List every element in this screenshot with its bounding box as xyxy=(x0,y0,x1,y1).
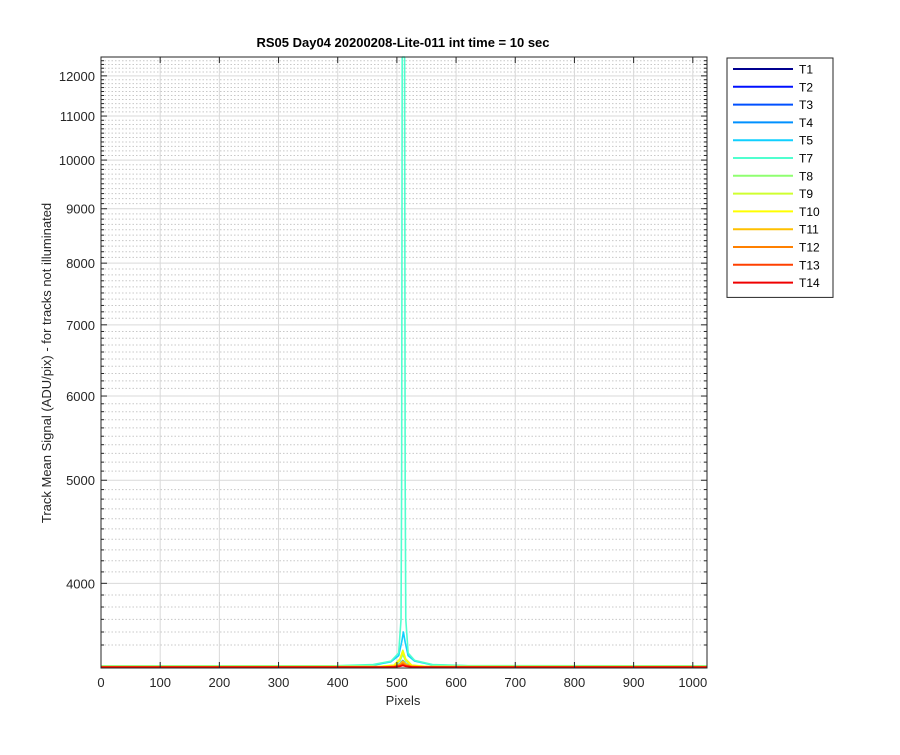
x-tick-label: 0 xyxy=(97,675,104,690)
legend-label-t13: T13 xyxy=(799,258,820,272)
y-axis-label: Track Mean Signal (ADU/pix) - for tracks… xyxy=(39,203,54,523)
x-tick-label: 900 xyxy=(623,675,645,690)
legend-label-t2: T2 xyxy=(799,80,813,94)
legend-label-t5: T5 xyxy=(799,134,813,148)
y-tick-label: 5000 xyxy=(66,473,95,488)
y-tick-label: 6000 xyxy=(66,389,95,404)
legend-label-t8: T8 xyxy=(799,169,813,183)
figure: RS05 Day04 20200208-Lite-011 int time = … xyxy=(0,0,900,750)
y-tick-label: 4000 xyxy=(66,576,95,591)
x-tick-label: 500 xyxy=(386,675,408,690)
x-axis-label: Pixels xyxy=(386,693,421,708)
y-tick-label: 9000 xyxy=(66,202,95,217)
x-tick-label: 1000 xyxy=(678,675,707,690)
y-tick-label: 7000 xyxy=(66,318,95,333)
legend-label-t9: T9 xyxy=(799,187,813,201)
x-tick-label: 100 xyxy=(149,675,171,690)
legend-label-t14: T14 xyxy=(799,276,820,290)
x-tick-label: 400 xyxy=(327,675,349,690)
x-tick-label: 700 xyxy=(504,675,526,690)
legend: T1 T2 T3 T4 T5 T7 T8 T9 T10 T11 T12 T13 T14 xyxy=(726,57,834,298)
legend-label-t3: T3 xyxy=(799,98,813,112)
x-tick-label: 800 xyxy=(564,675,586,690)
chart-title: RS05 Day04 20200208-Lite-011 int time = … xyxy=(256,35,549,50)
y-tick-label: 12000 xyxy=(59,69,95,84)
legend-label-t10: T10 xyxy=(799,205,820,219)
legend-label-t12: T12 xyxy=(799,241,820,255)
legend-label-t11: T11 xyxy=(799,223,819,237)
legend-label-t4: T4 xyxy=(799,116,813,130)
legend-label-t1: T1 xyxy=(799,63,813,77)
x-tick-label: 200 xyxy=(209,675,231,690)
x-tick-label: 300 xyxy=(268,675,290,690)
legend-label-t7: T7 xyxy=(799,152,813,166)
y-tick-label: 10000 xyxy=(59,153,95,168)
plot-area: 0 100 200 300 400 500 600 700 800 900 1000 4000 5000… xyxy=(59,56,708,690)
y-tick-label: 8000 xyxy=(66,256,95,271)
y-tick-label: 11000 xyxy=(60,109,95,124)
x-tick-label: 600 xyxy=(445,675,467,690)
chart-svg: RS05 Day04 20200208-Lite-011 int time = … xyxy=(0,0,900,750)
